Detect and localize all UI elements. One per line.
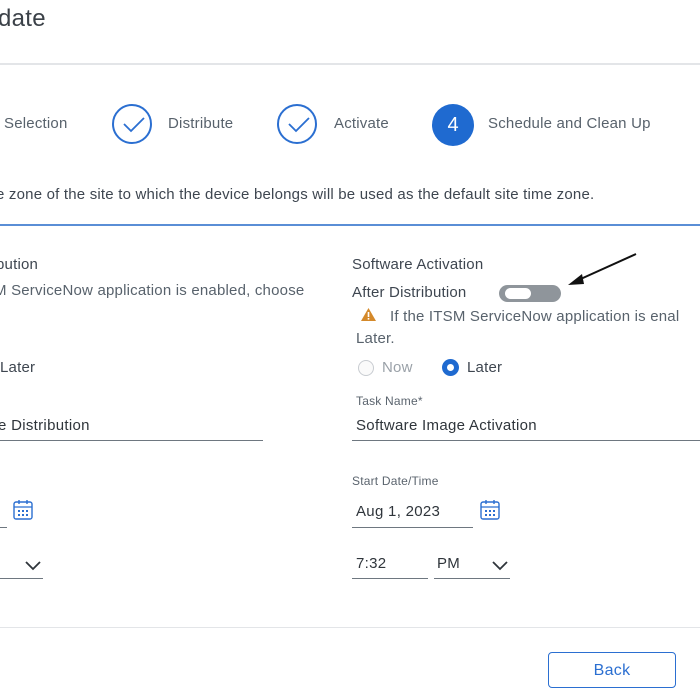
back-button[interactable]: Back	[548, 652, 676, 688]
chevron-down-icon[interactable]	[24, 558, 42, 576]
warning-text-continued: Later.	[356, 330, 395, 347]
distribution-radio-later-label[interactable]: Later	[0, 359, 35, 376]
step-label-activate: Activate	[334, 115, 389, 132]
page-title: date	[0, 5, 46, 32]
distribution-task-name-value[interactable]: e Distribution	[0, 417, 90, 434]
start-datetime-label: Start Date/Time	[352, 474, 439, 488]
warning-icon	[360, 307, 377, 327]
after-distribution-label: After Distribution	[352, 284, 467, 301]
distribution-section-title: bution	[0, 256, 39, 273]
wizard-stepper: Selection Distribute Activate 4 Schedule…	[0, 96, 700, 156]
step-label-schedule: Schedule and Clean Up	[488, 115, 651, 132]
distribution-time-underline	[0, 578, 43, 579]
chevron-down-icon[interactable]	[491, 558, 509, 576]
time-input[interactable]: 7:32	[356, 555, 386, 572]
distribution-description: M ServiceNow application is enabled, cho…	[0, 282, 305, 299]
distribution-task-name-underline	[0, 440, 263, 441]
task-name-input[interactable]: Software Image Activation	[356, 417, 537, 434]
annotation-arrow-icon	[562, 250, 642, 295]
time-underline	[352, 578, 428, 579]
task-name-label: Task Name*	[356, 394, 423, 408]
step-distribute-check-icon	[112, 104, 152, 144]
task-name-underline	[352, 440, 700, 441]
panel-divider	[0, 224, 700, 226]
radio-later-label[interactable]: Later	[467, 359, 502, 376]
warning-text: If the ITSM ServiceNow application is en…	[390, 308, 680, 325]
timezone-info-text: e zone of the site to which the device b…	[0, 186, 595, 203]
radio-now-label[interactable]: Now	[382, 359, 413, 376]
step-label-distribute: Distribute	[168, 115, 234, 132]
date-underline	[352, 527, 473, 528]
calendar-icon[interactable]	[12, 499, 34, 526]
radio-later[interactable]	[442, 359, 459, 376]
step-activate-check-icon	[277, 104, 317, 144]
distribution-date-underline	[0, 527, 7, 528]
radio-now[interactable]	[358, 360, 374, 376]
step-label-selection: Selection	[4, 115, 68, 132]
header-divider	[0, 63, 700, 65]
calendar-icon[interactable]	[479, 499, 501, 526]
toggle-knob	[505, 288, 531, 299]
activation-section-title: Software Activation	[352, 256, 484, 273]
ampm-underline	[434, 578, 510, 579]
footer-divider	[0, 627, 700, 628]
ampm-select[interactable]: PM	[437, 555, 460, 572]
date-input[interactable]: Aug 1, 2023	[356, 503, 440, 520]
step-4-indicator: 4	[432, 104, 474, 146]
after-distribution-toggle[interactable]	[499, 285, 561, 302]
